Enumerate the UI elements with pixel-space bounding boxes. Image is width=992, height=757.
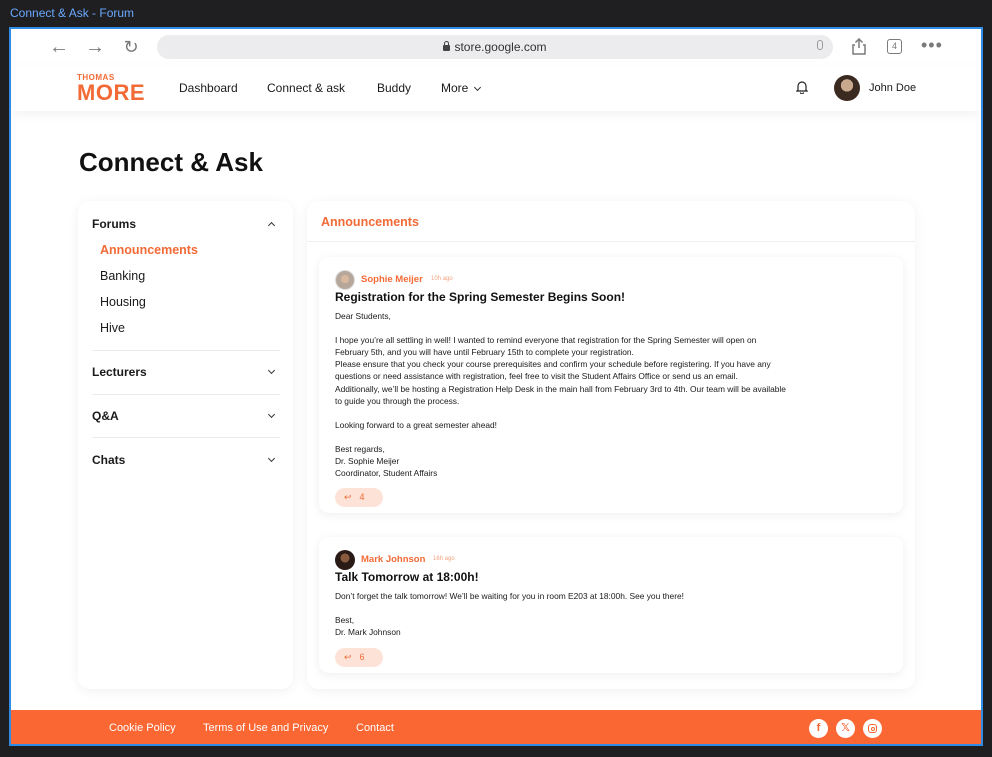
chevron-down-icon — [267, 410, 276, 419]
nav-dashboard[interactable]: Dashboard — [179, 81, 238, 95]
post-title: Talk Tomorrow at 18:00h! — [335, 570, 479, 584]
page-title: Connect & Ask — [79, 147, 263, 177]
x-icon[interactable]: 𝕏 — [836, 719, 855, 738]
post-author[interactable]: Sophie Meijer — [361, 274, 423, 285]
sidebar-lecturers-label: Lecturers — [92, 365, 147, 379]
reload-icon[interactable]: ↻ — [119, 36, 143, 58]
sidebar-chats-label: Chats — [92, 453, 126, 467]
sidebar-section-chats[interactable]: Chats — [92, 453, 280, 467]
post-body-text: Dear Students, I hope you’re all settlin… — [335, 311, 786, 479]
divider — [92, 394, 280, 395]
footer-link-cookie-policy[interactable]: Cookie Policy — [109, 722, 176, 734]
nav-buddy[interactable]: Buddy — [377, 81, 411, 95]
sidebar-item-hive[interactable]: Hive — [100, 321, 125, 335]
author-avatar — [335, 550, 355, 570]
footer-link-terms[interactable]: Terms of Use and Privacy — [203, 722, 328, 734]
sidebar-item-announcements[interactable]: Announcements — [100, 243, 198, 257]
divider — [307, 241, 915, 242]
user-name[interactable]: John Doe — [869, 82, 916, 94]
sidebar-item-housing[interactable]: Housing — [100, 295, 146, 309]
user-avatar[interactable] — [834, 75, 860, 101]
facebook-icon[interactable]: f — [809, 719, 828, 738]
lock-icon — [443, 41, 451, 51]
divider — [92, 350, 280, 351]
panel-title: Announcements — [321, 215, 419, 229]
chevron-down-icon — [267, 366, 276, 375]
browser-toolbar: ← → ↻ store.google.com 4 ••• — [11, 29, 981, 65]
arrow-right-icon[interactable]: → — [83, 36, 107, 58]
url-text: store.google.com — [454, 40, 547, 54]
post-body-text: Don’t forget the talk tomorrow! We’ll be… — [335, 591, 684, 638]
nav-more[interactable]: More — [441, 81, 482, 95]
bell-icon[interactable] — [796, 80, 808, 94]
sidebar-forums-label: Forums — [92, 217, 137, 231]
address-bar[interactable]: store.google.com — [157, 35, 833, 59]
divider — [92, 437, 280, 438]
reply-button[interactable]: ↩ 6 — [335, 648, 383, 667]
instagram-icon[interactable] — [863, 719, 882, 738]
browser-window: ← → ↻ store.google.com 4 ••• THOMAS MORE… — [9, 27, 983, 746]
post-time: 10h ago — [431, 276, 453, 282]
sidebar-qa-label: Q&A — [92, 409, 119, 423]
reply-count: 4 — [359, 492, 365, 502]
chevron-up-icon — [267, 221, 276, 230]
footer-link-contact[interactable]: Contact — [356, 722, 394, 734]
chevron-down-icon — [267, 454, 276, 463]
author-avatar — [335, 270, 355, 290]
site-footer: Cookie Policy Terms of Use and Privacy C… — [11, 710, 981, 744]
logo-main-text: MORE — [77, 80, 145, 105]
forum-post[interactable]: Sophie Meijer 10h ago Registration for t… — [319, 257, 903, 513]
share-icon[interactable] — [852, 38, 866, 55]
nav-more-label: More — [441, 81, 469, 95]
post-time: 16h ago — [433, 556, 455, 562]
arrow-left-icon[interactable]: ← — [47, 36, 71, 58]
post-body: Dear Students, I hope you’re all settlin… — [335, 310, 880, 479]
reply-count: 6 — [359, 652, 365, 662]
more-dots-icon[interactable]: ••• — [921, 35, 943, 56]
tab-count-button[interactable]: 4 — [887, 39, 902, 54]
window-title: Connect & Ask - Forum — [10, 6, 135, 20]
nav-connect-ask[interactable]: Connect & ask — [267, 81, 345, 95]
forum-sidebar: Forums Announcements Banking Housing Hiv… — [78, 201, 293, 689]
reply-icon: ↩ — [344, 492, 352, 502]
sidebar-item-banking[interactable]: Banking — [100, 269, 145, 283]
reply-button[interactable]: ↩ 4 — [335, 488, 383, 507]
sidebar-section-qa[interactable]: Q&A — [92, 409, 280, 423]
chevron-down-icon — [474, 83, 482, 92]
reply-icon: ↩ — [344, 652, 352, 662]
sidebar-section-forums[interactable]: Forums — [92, 217, 280, 231]
post-body: Don’t forget the talk tomorrow! We’ll be… — [335, 590, 880, 638]
site-header: THOMAS MORE Dashboard Connect & ask Budd… — [11, 65, 981, 111]
post-title: Registration for the Spring Semester Beg… — [335, 290, 626, 304]
forum-post[interactable]: Mark Johnson 16h ago Talk Tomorrow at 18… — [319, 537, 903, 673]
post-author[interactable]: Mark Johnson — [361, 554, 425, 565]
logo[interactable]: THOMAS MORE — [77, 74, 145, 104]
microphone-icon[interactable] — [817, 40, 823, 50]
announcements-panel: Announcements Sophie Meijer 10h ago Regi… — [307, 201, 915, 689]
sidebar-section-lecturers[interactable]: Lecturers — [92, 365, 280, 379]
